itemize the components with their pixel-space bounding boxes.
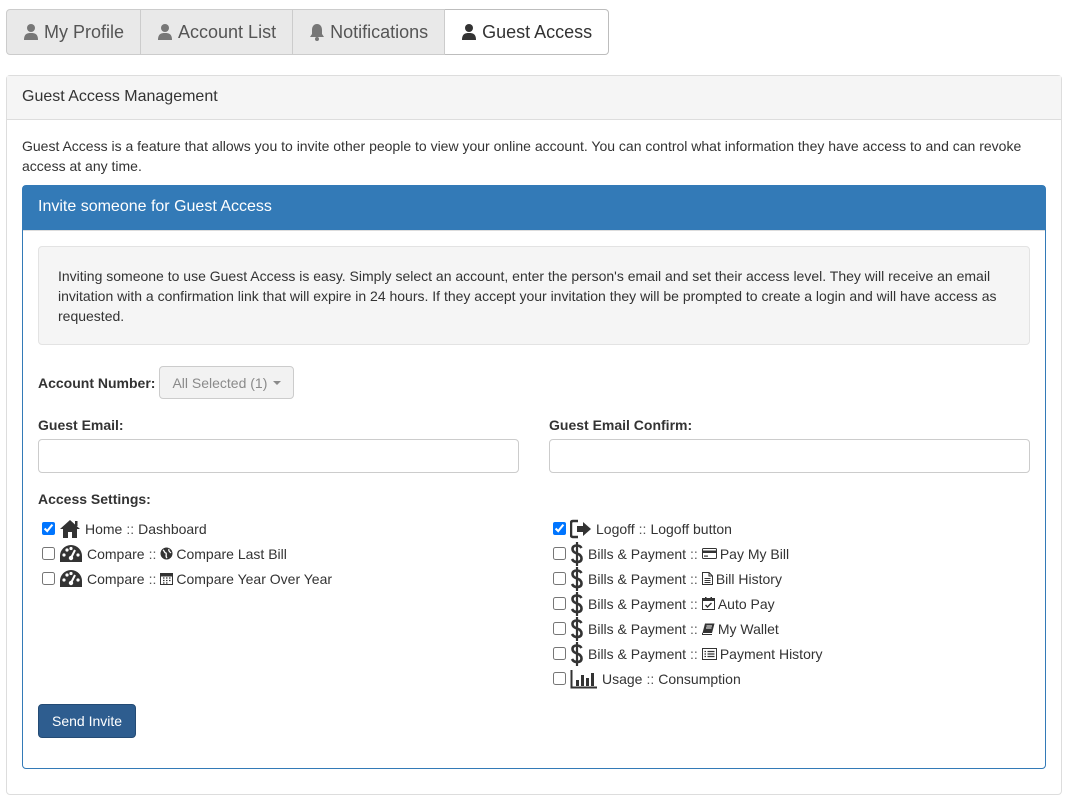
separator: :: <box>638 520 647 537</box>
access-checkbox[interactable] <box>553 622 566 635</box>
bar-chart-icon <box>570 668 598 690</box>
invite-panel-title: Invite someone for Guest Access <box>23 186 1045 231</box>
list-alt-icon <box>701 647 717 660</box>
separator: :: <box>690 570 698 587</box>
account-number-dropdown[interactable]: All Selected (1) <box>159 366 295 399</box>
separator: :: <box>690 595 698 612</box>
access-item-payment-history: Bills & Payment :: Payment History <box>549 641 823 666</box>
account-number-label: Account Number: <box>38 374 156 391</box>
tab-label: My Profile <box>44 21 125 42</box>
panel-title: Guest Access Management <box>7 76 1061 120</box>
access-checkbox[interactable] <box>553 522 566 535</box>
tab-account-list[interactable]: Account List <box>141 9 294 55</box>
tab-my-profile[interactable]: My Profile <box>6 9 142 55</box>
tab-label: Guest Access <box>482 21 593 42</box>
access-section: Bills & Payment <box>588 620 687 637</box>
access-checkbox[interactable] <box>553 572 566 585</box>
access-checkbox[interactable] <box>42 547 55 560</box>
access-feature: Compare Year Over Year <box>176 570 333 587</box>
access-feature: Bill History <box>715 570 782 587</box>
calendar-icon <box>160 572 174 585</box>
dollar-icon <box>570 616 584 641</box>
access-item-compare-last-bill: Compare :: Compare Last Bill <box>38 541 332 566</box>
tab-notifications[interactable]: Notifications <box>293 9 446 55</box>
access-section: Compare <box>87 570 145 587</box>
access-feature: Pay My Bill <box>719 545 790 562</box>
user-icon <box>157 23 173 41</box>
separator: :: <box>690 645 698 662</box>
access-list-right: Logoff :: Logoff button Bills & Payment … <box>549 516 823 691</box>
invite-instructions: Inviting someone to use Guest Access is … <box>38 246 1030 345</box>
access-feature: Logoff button <box>650 520 732 537</box>
access-checkbox[interactable] <box>42 572 55 585</box>
book-icon <box>701 623 715 635</box>
globe-icon <box>160 547 173 560</box>
guest-email-confirm-label: Guest Email Confirm: <box>549 417 693 433</box>
access-feature: My Wallet <box>717 620 779 637</box>
separator: :: <box>690 620 698 637</box>
access-feature: Auto Pay <box>717 595 775 612</box>
access-feature: Consumption <box>658 670 741 687</box>
tab-guest-access[interactable]: Guest Access <box>445 9 610 55</box>
separator: :: <box>646 670 655 687</box>
access-section: Bills & Payment <box>588 545 687 562</box>
access-item-bill-history: Bills & Payment :: Bill History <box>549 566 823 591</box>
separator: :: <box>148 545 157 562</box>
dollar-icon <box>570 541 584 566</box>
access-list-left: Home :: Dashboard Compare :: Compare Las… <box>38 516 332 591</box>
access-feature: Compare Last Bill <box>176 545 287 562</box>
guest-email-confirm-input[interactable] <box>549 439 1030 473</box>
access-section: Compare <box>87 545 145 562</box>
guest-access-panel: Guest Access Management Guest Access is … <box>6 75 1062 795</box>
tab-label: Notifications <box>330 21 429 42</box>
access-section: Logoff <box>596 520 635 537</box>
access-settings-label: Access Settings: <box>38 491 151 507</box>
access-item-logoff: Logoff :: Logoff button <box>549 516 823 541</box>
separator: :: <box>690 545 698 562</box>
invite-panel: Invite someone for Guest Access Inviting… <box>22 185 1046 769</box>
access-checkbox[interactable] <box>553 647 566 660</box>
guest-email-label: Guest Email: <box>38 417 124 433</box>
access-checkbox[interactable] <box>42 522 55 535</box>
access-section: Usage <box>602 670 643 687</box>
access-checkbox[interactable] <box>553 597 566 610</box>
access-checkbox[interactable] <box>553 672 566 685</box>
access-item-pay-my-bill: Bills & Payment :: Pay My Bill <box>549 541 823 566</box>
caret-down-icon <box>273 380 282 385</box>
user-icon <box>461 23 477 41</box>
calendar-check-icon <box>701 597 715 610</box>
dashboard-icon <box>59 543 83 565</box>
access-item-auto-pay: Bills & Payment :: Auto Pay <box>549 591 823 616</box>
access-section: Bills & Payment <box>588 595 687 612</box>
access-section: Bills & Payment <box>588 570 687 587</box>
user-icon <box>23 23 39 41</box>
dollar-icon <box>570 591 584 616</box>
dollar-icon <box>570 641 584 666</box>
account-number-selected: All Selected (1) <box>172 374 268 391</box>
access-item-home-dashboard: Home :: Dashboard <box>38 516 332 541</box>
guest-email-input[interactable] <box>38 439 519 473</box>
file-text-icon <box>701 572 713 585</box>
tab-label: Account List <box>178 21 277 42</box>
send-invite-button[interactable]: Send Invite <box>38 704 137 738</box>
separator: :: <box>126 520 135 537</box>
credit-card-icon <box>701 548 717 559</box>
home-icon <box>59 518 81 540</box>
access-section: Bills & Payment <box>588 645 687 662</box>
separator: :: <box>148 570 157 587</box>
access-section: Home <box>85 520 123 537</box>
access-feature: Dashboard <box>138 520 207 537</box>
access-item-usage-consumption: Usage :: Consumption <box>549 666 823 691</box>
dollar-icon <box>570 566 584 591</box>
account-number-row: Account Number: All Selected (1) <box>38 366 295 399</box>
logout-icon <box>570 518 592 540</box>
access-checkbox[interactable] <box>553 547 566 560</box>
panel-intro: Guest Access is a feature that allows yo… <box>22 138 1022 174</box>
access-feature: Payment History <box>719 645 823 662</box>
dashboard-icon <box>59 568 83 590</box>
bell-icon <box>309 23 325 41</box>
access-item-compare-year-over-year: Compare :: Compare Year Over Year <box>38 566 332 591</box>
access-item-my-wallet: Bills & Payment :: My Wallet <box>549 616 823 641</box>
profile-tabs: My Profile Account List Notifications Gu… <box>6 9 610 55</box>
